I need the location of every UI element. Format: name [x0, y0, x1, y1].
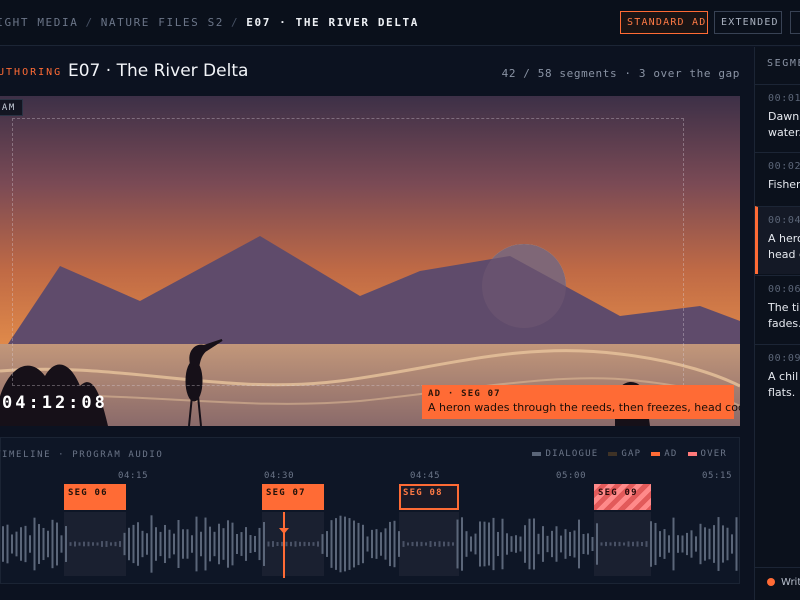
segment-time: 00:01: [768, 93, 800, 104]
breadcrumb-separator: /: [231, 16, 240, 29]
segment-time: 00:06: [768, 284, 800, 295]
legend-swatch-gap: [608, 452, 618, 456]
timeline-legend: DIALOGUE GAP AD OVER: [532, 449, 727, 459]
segment-text-line: Dawn: [768, 110, 800, 123]
ad-region-shade: [262, 512, 324, 576]
segment-time: 00:04: [768, 215, 800, 226]
segment-block-06[interactable]: SEG 06: [64, 484, 126, 510]
segment-text-line: A hero: [768, 232, 800, 245]
audio-waveform[interactable]: [1, 512, 741, 578]
legend-item-over: OVER: [687, 449, 727, 459]
segment-list-item-active[interactable]: 00:04 A hero head c: [755, 206, 800, 274]
topbar-extra-button[interactable]: [790, 11, 800, 34]
main-area: AUTHORING E07 · The River Delta 42 / 58 …: [0, 47, 752, 600]
camera-tag: CAM: [0, 99, 23, 116]
footer-status-text: Writing: [781, 577, 800, 588]
segment-block-09[interactable]: SEG 09: [594, 484, 651, 510]
segment-time: 00:09: [768, 353, 800, 364]
segment-list-item[interactable]: 00:09 A chil flats.: [755, 344, 800, 412]
segment-text-line: water.: [768, 126, 800, 139]
time-tick: 05:15: [702, 471, 733, 481]
breadcrumb-current: E07 · THE RIVER DELTA: [246, 16, 419, 29]
page-title: E07 · The River Delta: [68, 61, 249, 81]
ad-caption-overlay[interactable]: AD · SEG 07 A heron wades through the re…: [422, 385, 740, 419]
time-tick: 04:45: [410, 471, 441, 481]
legend-label: GAP: [621, 449, 642, 459]
legend-item-dialogue: DIALOGUE: [532, 449, 598, 459]
panel-footer: Writing: [755, 567, 800, 600]
legend-label: DIALOGUE: [545, 449, 599, 459]
timecode-display: 04:12:08: [2, 393, 108, 413]
video-preview[interactable]: CAM 04:12:08 AD · SEG 07 A heron wades t…: [0, 96, 740, 426]
legend-label: AD: [664, 449, 678, 459]
mode-label: AUTHORING: [0, 67, 63, 78]
breadcrumb-separator: /: [85, 16, 94, 29]
segment-block-08[interactable]: SEG 08: [399, 484, 459, 510]
breadcrumb: LIGHT MEDIA / NATURE FILES S2 / E07 · THE RI…: [0, 16, 419, 29]
segment-text-line: head c: [768, 248, 800, 261]
segment-list-item[interactable]: 00:01 Dawn water.: [755, 84, 800, 152]
segment-text-line: flats.: [768, 386, 796, 399]
segment-list-item[interactable]: 00:02 Fisher: [755, 152, 800, 206]
time-tick: 05:00: [556, 471, 587, 481]
segment-text-line: Fisher: [768, 178, 800, 191]
breadcrumb-item-series[interactable]: NATURE FILES S2: [101, 16, 224, 29]
legend-item-ad: AD: [651, 449, 677, 459]
segment-time: 00:02: [768, 161, 800, 172]
legend-swatch-over: [687, 452, 697, 456]
extended-button[interactable]: EXTENDED: [714, 11, 782, 34]
segment-stats: 42 / 58 segments · 3 over the gap: [501, 67, 740, 80]
legend-item-gap: GAP: [608, 449, 641, 459]
standard-ad-button[interactable]: STANDARD AD: [620, 11, 708, 34]
breadcrumb-item-org[interactable]: LIGHT MEDIA: [0, 16, 78, 29]
segments-panel: SEGMENTS 00:01 Dawn water. 00:02 Fisher …: [754, 47, 800, 600]
ad-caption-text: A heron wades through the reeds, then fr…: [428, 401, 740, 414]
top-bar: LIGHT MEDIA / NATURE FILES S2 / E07 · THE RI…: [0, 0, 800, 46]
segment-list-item[interactable]: 00:06 The ti fades.: [755, 275, 800, 343]
ad-caption-heading: AD · SEG 07: [428, 389, 501, 399]
segment-text-line: A chil: [768, 370, 799, 383]
segment-text-line: fades.: [768, 317, 800, 330]
segment-text-line: The ti: [768, 301, 800, 314]
playhead-marker-icon[interactable]: [279, 528, 289, 534]
legend-label: OVER: [700, 449, 727, 459]
timeline-panel[interactable]: TIMELINE · PROGRAM AUDIO DIALOGUE GAP AD…: [0, 437, 740, 584]
time-tick: 04:15: [118, 471, 149, 481]
time-tick: 04:30: [264, 471, 295, 481]
legend-swatch-ad: [651, 452, 661, 456]
segment-block-07[interactable]: SEG 07: [262, 484, 324, 510]
timeline-label: TIMELINE · PROGRAM AUDIO: [0, 450, 164, 460]
ad-region-shade: [64, 512, 126, 576]
legend-swatch-dialogue: [532, 452, 542, 456]
status-dot-icon: [767, 578, 775, 586]
safe-area-guide: [12, 118, 684, 386]
segments-panel-title: SEGMENTS: [767, 58, 800, 69]
